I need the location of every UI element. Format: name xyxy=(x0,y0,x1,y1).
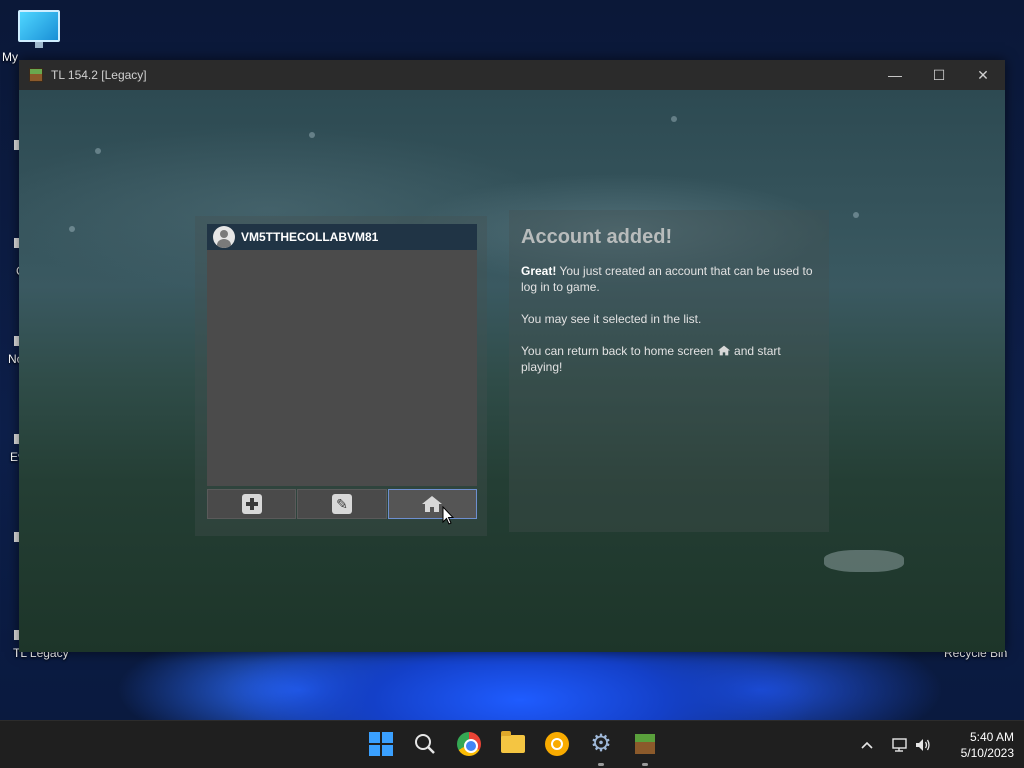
chevron-up-icon xyxy=(861,741,873,749)
account-username: VM5TTHECOLLABVM81 xyxy=(241,230,379,244)
volume-button[interactable] xyxy=(914,721,932,768)
background-particle xyxy=(69,226,75,232)
info-paragraph-3: You can return back to home screen and s… xyxy=(521,343,817,375)
home-button[interactable] xyxy=(387,489,477,519)
home-icon xyxy=(421,495,443,513)
chrome-canary-icon xyxy=(545,732,569,756)
start-button[interactable] xyxy=(368,731,394,757)
add-account-button[interactable] xyxy=(207,489,297,519)
chrome-icon xyxy=(457,732,481,756)
taskbar-chrome[interactable] xyxy=(456,731,482,757)
close-button[interactable]: ✕ xyxy=(961,60,1005,90)
taskbar-file-explorer[interactable] xyxy=(500,731,526,757)
background-particle xyxy=(95,148,101,154)
taskbar-clock[interactable]: 5:40 AM 5/10/2023 xyxy=(944,729,1014,761)
window-title: TL 154.2 [Legacy] xyxy=(51,68,147,82)
network-icon xyxy=(892,738,907,752)
tray-overflow-button[interactable] xyxy=(860,721,874,768)
taskbar: ⚙ 5:40 AM 5/10/2023 xyxy=(0,720,1024,768)
folder-icon xyxy=(501,731,525,753)
background-snow-patch xyxy=(824,550,904,572)
desktop-icon-my-pc[interactable]: My xyxy=(0,10,78,64)
search-button[interactable] xyxy=(412,731,438,757)
taskbar-settings[interactable]: ⚙ xyxy=(588,731,614,757)
info-heading: Account added! xyxy=(521,226,673,248)
account-toolbar: ✎ xyxy=(207,489,477,519)
clock-date: 5/10/2023 xyxy=(960,746,1014,760)
account-list-item[interactable]: VM5TTHECOLLABVM81 xyxy=(207,224,477,250)
running-indicator xyxy=(642,763,648,766)
monitor-icon xyxy=(18,10,60,48)
info-paragraph-1: Great! You just created an account that … xyxy=(521,263,817,295)
grass-block-icon xyxy=(635,734,655,754)
account-list[interactable]: VM5TTHECOLLABVM81 xyxy=(207,224,477,486)
taskbar-chrome-canary[interactable] xyxy=(544,731,570,757)
plus-icon xyxy=(241,494,262,514)
info-great: Great! xyxy=(521,264,557,278)
home-icon xyxy=(717,344,731,356)
tl-app-icon xyxy=(29,68,43,82)
clock-time: 5:40 AM xyxy=(969,730,1014,744)
edit-account-button[interactable]: ✎ xyxy=(297,489,387,519)
title-bar[interactable]: TL 154.2 [Legacy] — ☐ ✕ xyxy=(19,60,1005,90)
mouse-cursor-icon xyxy=(442,506,454,525)
user-avatar-icon xyxy=(213,226,235,248)
maximize-button[interactable]: ☐ xyxy=(917,60,961,90)
windows-logo-icon xyxy=(369,732,393,756)
gear-icon: ⚙ xyxy=(590,730,612,757)
info-paragraph-3-before: You can return back to home screen xyxy=(521,344,717,358)
background-particle xyxy=(309,132,315,138)
info-paragraph-1-text: You just created an account that can be … xyxy=(521,264,813,294)
account-panel: VM5TTHECOLLABVM81 ✎ xyxy=(195,216,487,536)
background-particle xyxy=(853,212,859,218)
taskbar-tl-legacy[interactable] xyxy=(632,731,658,757)
minimize-button[interactable]: — xyxy=(873,60,917,90)
search-icon xyxy=(415,734,435,754)
running-indicator xyxy=(598,763,604,766)
network-button[interactable] xyxy=(890,721,908,768)
speaker-icon xyxy=(916,739,930,751)
app-window: TL 154.2 [Legacy] — ☐ ✕ VM5TTHECOLLABVM8… xyxy=(19,60,1005,652)
background-particle xyxy=(671,116,677,122)
info-panel: Account added! Great! You just created a… xyxy=(509,210,829,532)
info-paragraph-2: You may see it selected in the list. xyxy=(521,312,702,326)
pencil-icon: ✎ xyxy=(331,494,352,514)
launcher-content: VM5TTHECOLLABVM81 ✎ Account added! Great… xyxy=(19,90,1005,652)
